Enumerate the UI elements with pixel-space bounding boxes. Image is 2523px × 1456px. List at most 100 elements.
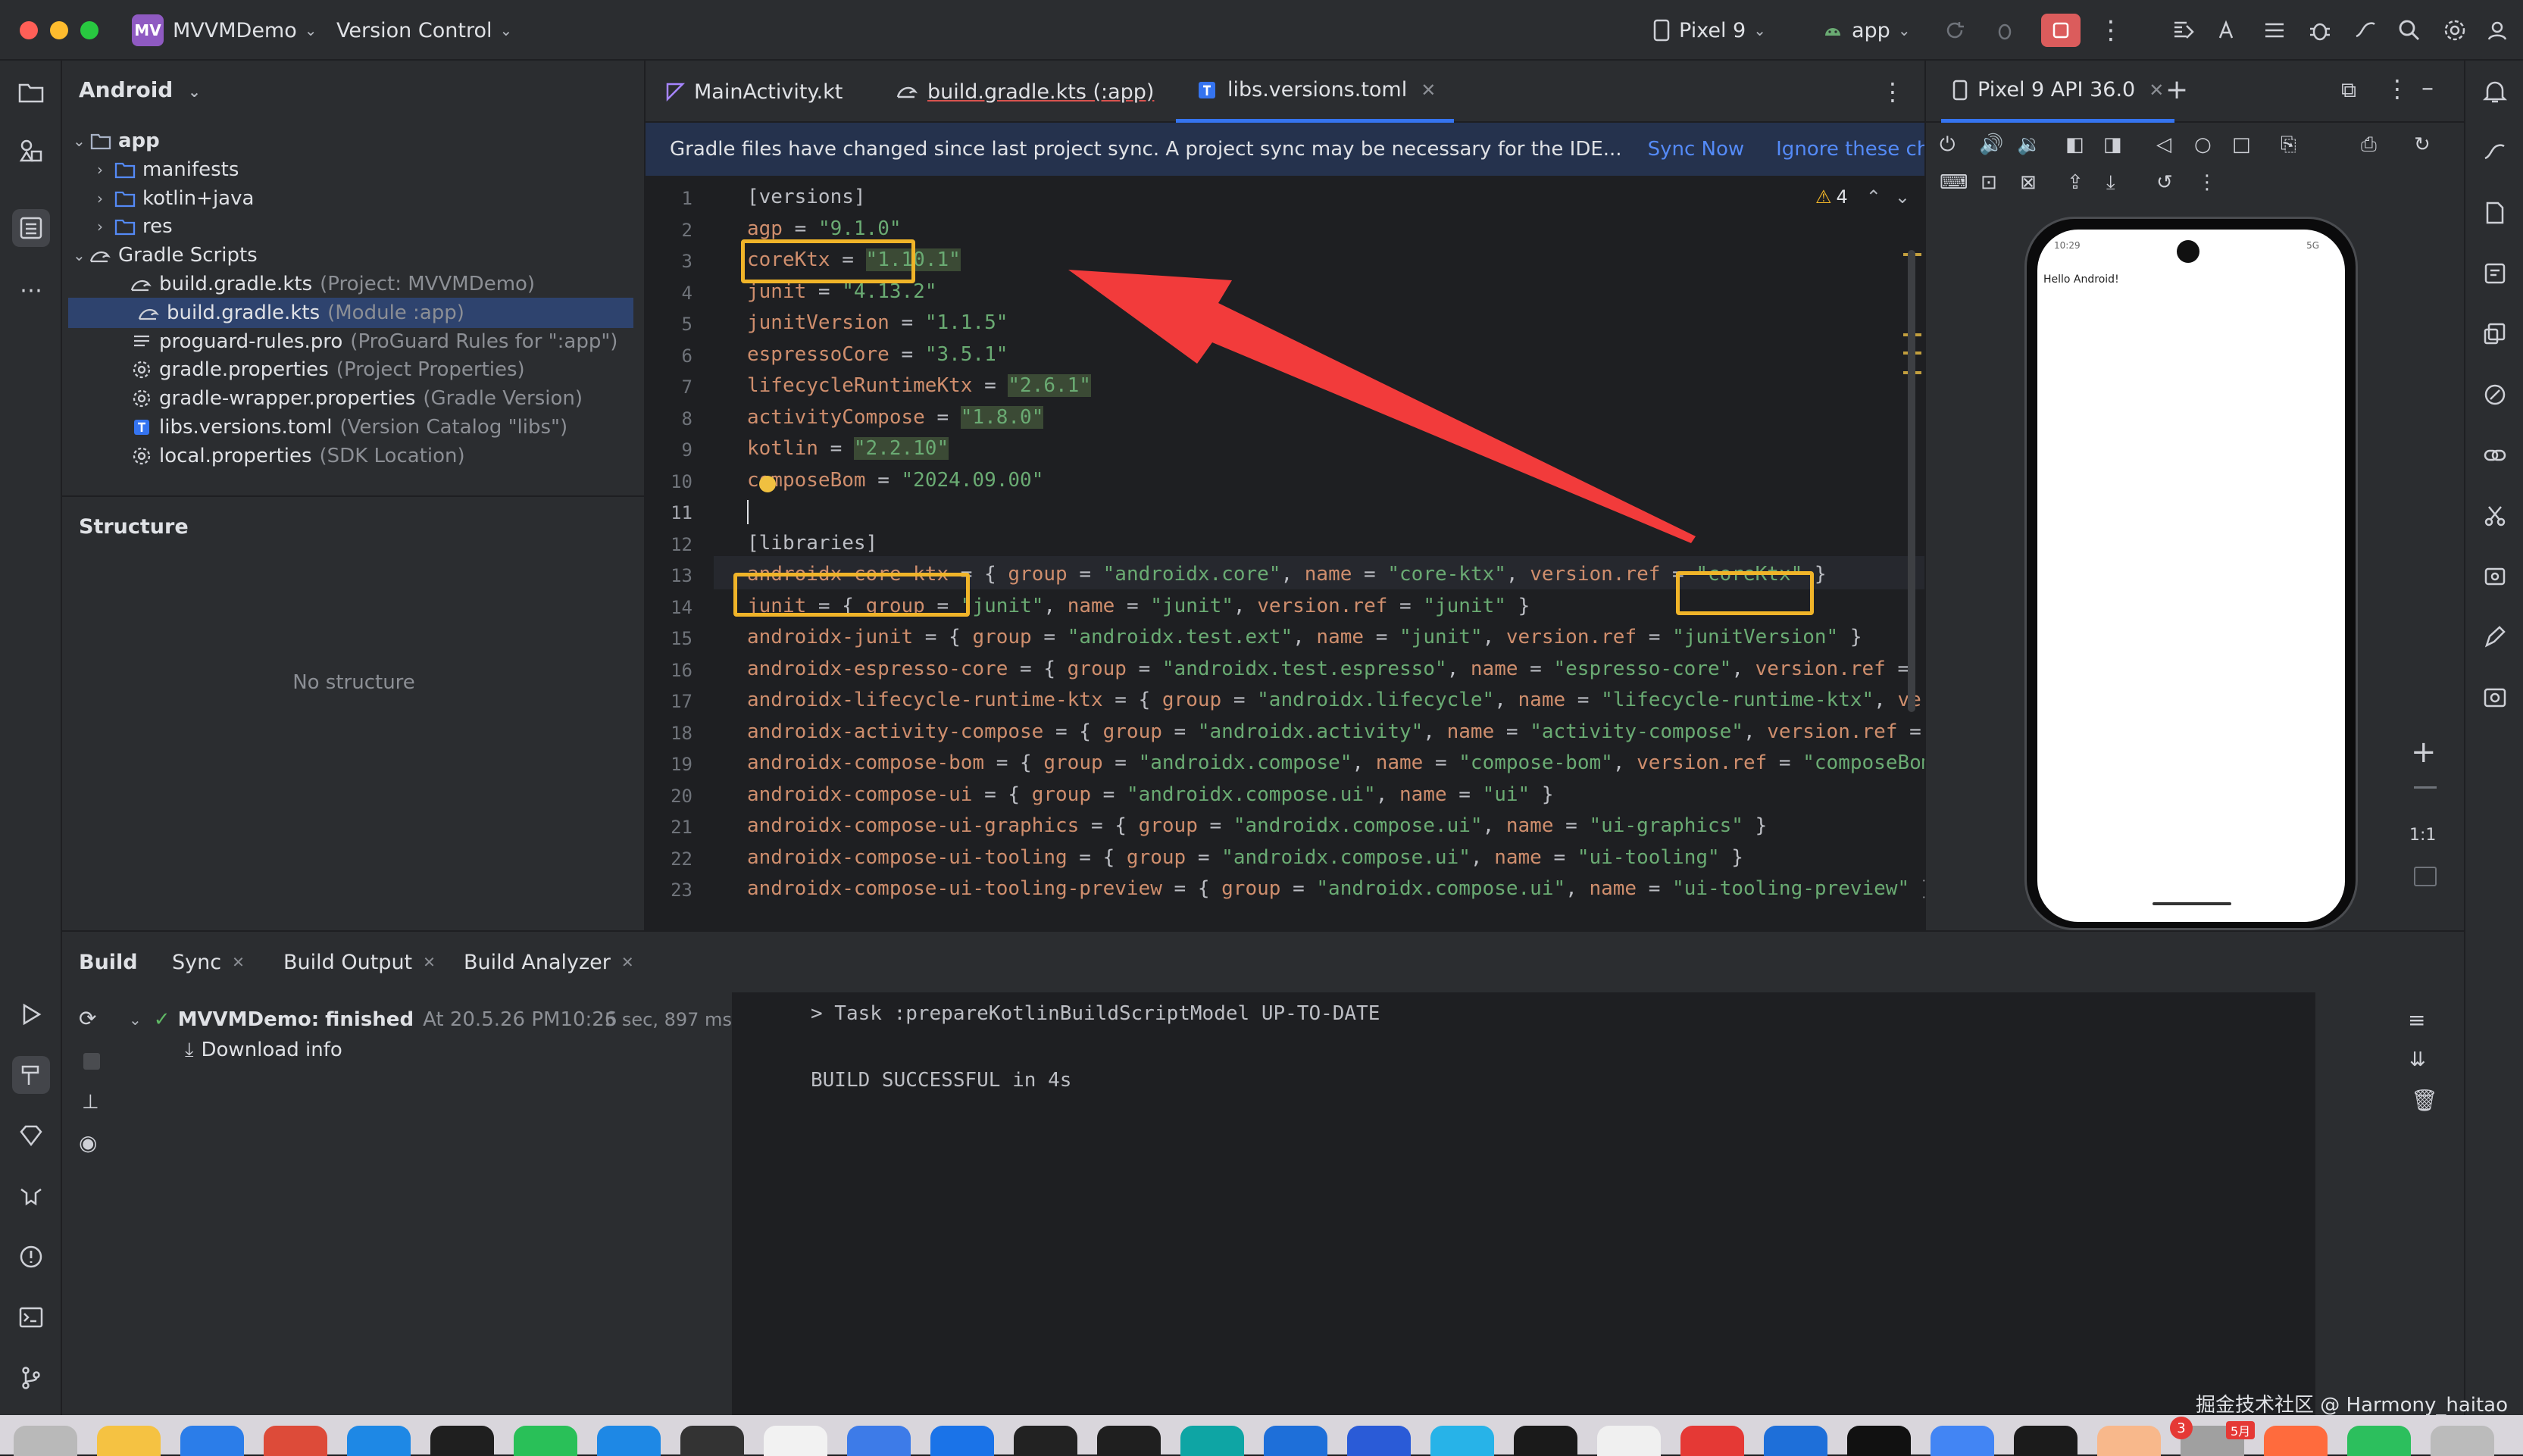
dock-app-icon[interactable]: [680, 1426, 744, 1456]
gem-icon[interactable]: [12, 1117, 50, 1154]
zoom-window-button[interactable]: [80, 21, 98, 39]
fit-screen-icon[interactable]: [2414, 867, 2437, 886]
dock-app-icon[interactable]: [2014, 1426, 2077, 1456]
dock-app-icon[interactable]: [597, 1426, 661, 1456]
dock-app-icon[interactable]: [2264, 1426, 2328, 1456]
open-external-icon[interactable]: ⧉: [2341, 77, 2356, 103]
chevron-right-icon[interactable]: ›: [97, 189, 114, 208]
more-icon[interactable]: ⋮: [2197, 171, 2217, 194]
dock-app-icon[interactable]: [1847, 1426, 1911, 1456]
minimize-window-button[interactable]: [50, 21, 68, 39]
search-icon[interactable]: [2394, 15, 2425, 45]
rotate-right-icon[interactable]: ◨: [2103, 133, 2122, 156]
chevron-right-icon[interactable]: ›: [97, 217, 114, 236]
close-tab-icon[interactable]: ✕: [621, 953, 634, 971]
rotate-left-icon[interactable]: ◧: [2065, 133, 2084, 156]
project-selector[interactable]: MV MVVMDemo ⌄: [132, 14, 317, 47]
rerun-icon[interactable]: ⟳: [79, 1006, 96, 1031]
close-tab-icon[interactable]: ✕: [232, 953, 245, 971]
device-file-explorer-icon[interactable]: [2476, 194, 2514, 232]
phone-screen[interactable]: 10:29 5G Hello Android!: [2037, 230, 2345, 922]
tree-item[interactable]: gradle.properties (Project Properties): [121, 355, 525, 385]
build-result-row[interactable]: ⌄ ✓ MVVMDemo: finished At 20.5.26 PM10:2…: [129, 1005, 617, 1035]
screenshot-icon[interactable]: ⎘: [2281, 133, 2296, 157]
build-tab-sync[interactable]: Sync ✕: [172, 947, 245, 977]
stop-build-icon[interactable]: [83, 1053, 100, 1070]
device-more-icon[interactable]: ⋮: [2385, 74, 2409, 103]
tree-item[interactable]: build.gradle.kts (Module :app): [68, 297, 633, 328]
reset-icon[interactable]: ↺: [2156, 171, 2173, 194]
dock-app-icon[interactable]: [1264, 1426, 1327, 1456]
gemini-icon[interactable]: [2350, 15, 2381, 45]
dock-app-icon[interactable]: [1597, 1426, 1661, 1456]
dock-app-icon[interactable]: [14, 1426, 77, 1456]
eye-icon[interactable]: ◉: [79, 1130, 97, 1155]
run-config-selector[interactable]: app ⌄: [1821, 14, 1911, 47]
run-icon[interactable]: [12, 995, 50, 1033]
device-selector[interactable]: Pixel 9 ⌄: [1652, 14, 1766, 47]
chevron-right-icon[interactable]: ›: [97, 161, 114, 179]
link-icon[interactable]: [2476, 436, 2514, 474]
structure-icon[interactable]: [12, 209, 50, 247]
keyboard-icon[interactable]: ⌨: [1940, 171, 1968, 194]
tree-item[interactable]: › manifests: [97, 155, 239, 185]
scissors-icon[interactable]: [2476, 497, 2514, 535]
dock-app-icon[interactable]: [1180, 1426, 1244, 1456]
dock-app-icon[interactable]: [764, 1426, 827, 1456]
tree-item[interactable]: build.gradle.kts (Project: MVVMDemo): [121, 269, 535, 299]
notifications-bell-icon[interactable]: [2476, 73, 2514, 111]
git-branch-icon[interactable]: [12, 1359, 50, 1397]
volume-up-icon[interactable]: 🔊: [1979, 133, 2003, 156]
build-tab-build-analyzer[interactable]: Build Analyzer ✕: [464, 947, 634, 977]
emulator-icon[interactable]: [2476, 558, 2514, 595]
stop-button[interactable]: [2041, 14, 2081, 47]
translate-icon[interactable]: [2214, 15, 2244, 45]
gemini-icon[interactable]: [2476, 133, 2514, 171]
tree-item[interactable]: › kotlin+java: [97, 183, 254, 214]
dock-app-icon[interactable]: [430, 1426, 494, 1456]
tab-device[interactable]: Pixel 9 API 36.0 ✕: [1941, 61, 2175, 123]
dock-app-icon[interactable]: [1680, 1426, 1744, 1456]
dock-app-icon[interactable]: [347, 1426, 411, 1456]
gesture-bar[interactable]: [2153, 902, 2231, 905]
tree-item[interactable]: › res: [97, 211, 173, 242]
build-tab-build[interactable]: Build: [79, 947, 138, 977]
layout-inspector-icon[interactable]: [2476, 679, 2514, 717]
logcat-icon[interactable]: [12, 1177, 50, 1215]
dock-app-icon[interactable]: [1514, 1426, 1577, 1456]
tree-item[interactable]: proguard-rules.pro (ProGuard Rules for ":…: [121, 327, 617, 357]
running-devices-icon[interactable]: [2476, 255, 2514, 292]
back-icon[interactable]: ◁: [2156, 133, 2171, 156]
project-folder-icon[interactable]: [12, 73, 50, 111]
camera-icon[interactable]: ⊡: [1981, 171, 1997, 194]
record-icon[interactable]: ⊠: [2020, 171, 2037, 194]
upload-icon[interactable]: ⇪: [2067, 171, 2084, 194]
pin-icon[interactable]: ⊥: [82, 1091, 99, 1114]
resource-manager-icon[interactable]: [12, 132, 50, 170]
dock-app-icon[interactable]: [2097, 1426, 2161, 1456]
add-device-icon[interactable]: +: [2165, 74, 2188, 105]
close-tab-icon[interactable]: ✕: [423, 953, 436, 971]
dock-app-icon[interactable]: [930, 1426, 994, 1456]
version-control-menu[interactable]: Version Control ⌄: [336, 14, 512, 47]
problems-icon[interactable]: [12, 1238, 50, 1276]
scroll-to-end-icon[interactable]: ⇊: [2409, 1048, 2426, 1071]
dock-app-icon[interactable]: [1097, 1426, 1161, 1456]
overview-icon[interactable]: □: [2232, 133, 2251, 156]
more-actions-icon[interactable]: ⋮: [2096, 15, 2126, 45]
pencil-icon[interactable]: [2476, 618, 2514, 656]
dock-app-icon[interactable]: [1347, 1426, 1411, 1456]
dock-app-icon[interactable]: [1014, 1426, 1077, 1456]
more-tools-icon[interactable]: ⋯: [12, 271, 50, 309]
profile-icon[interactable]: [2482, 15, 2512, 45]
trash-icon[interactable]: 🗑: [2411, 1088, 2438, 1113]
home-icon[interactable]: ○: [2194, 133, 2212, 156]
device-manager-icon[interactable]: [2259, 15, 2290, 45]
build-tab-build-output[interactable]: Build Output ✕: [283, 947, 436, 977]
download-icon[interactable]: ⤓: [2106, 171, 2115, 195]
dock-app-icon[interactable]: [2431, 1426, 2494, 1456]
bug-icon[interactable]: [2305, 15, 2335, 45]
zoom-out-icon[interactable]: [2414, 786, 2437, 789]
dock-app-icon[interactable]: [514, 1426, 577, 1456]
dock-app-icon[interactable]: [2347, 1426, 2411, 1456]
